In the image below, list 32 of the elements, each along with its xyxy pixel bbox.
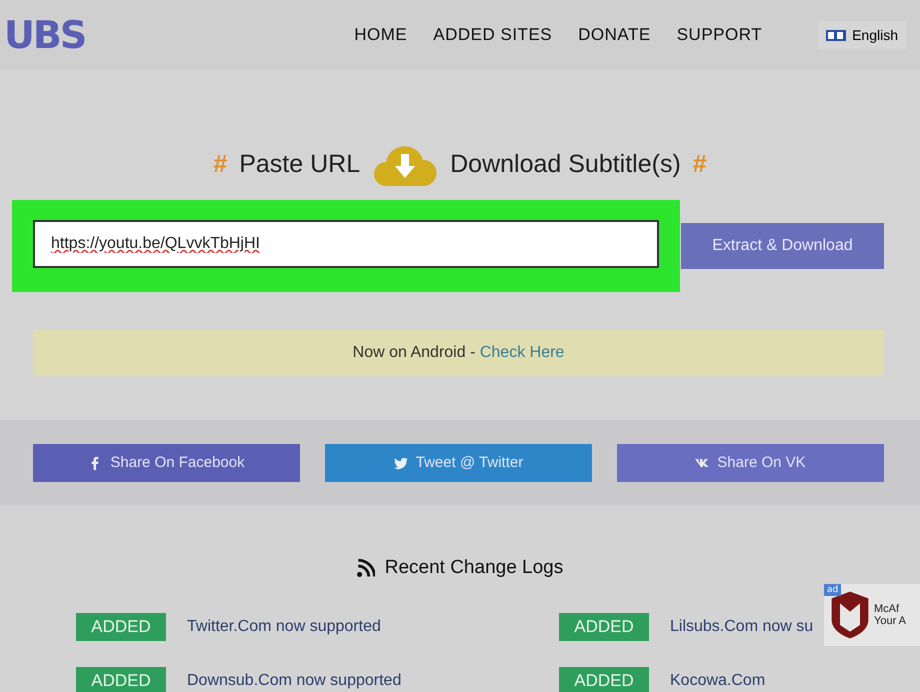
ad-subtitle: Your A: [874, 615, 906, 627]
added-badge: ADDED: [76, 667, 166, 692]
language-selector[interactable]: English: [818, 21, 906, 49]
url-input[interactable]: https://youtu.be/QLvvkTbHjHI: [33, 220, 659, 268]
hash-sign: #: [213, 150, 228, 178]
hash-sign: #: [692, 150, 707, 178]
ad-popup[interactable]: ad McAf Your A: [824, 584, 920, 646]
added-badge: ADDED: [559, 667, 649, 692]
site-logo[interactable]: UBS: [4, 13, 86, 57]
changelog-text: Twitter.Com now supported: [187, 618, 381, 636]
hero-title: Download Subtitle(s): [450, 150, 681, 178]
changelog-text: Kocowa.Com: [670, 672, 766, 690]
ad-tag: ad: [824, 584, 842, 596]
ad-title: McAf: [874, 603, 900, 615]
hero-title: Paste URL: [239, 150, 360, 178]
extract-download-button[interactable]: Extract & Download: [681, 223, 884, 269]
changelog-text: Lilsubs.Com now su: [670, 618, 814, 636]
added-badge: ADDED: [559, 613, 649, 641]
rss-icon: [356, 559, 375, 577]
changelog-text: Downsub.Com now supported: [187, 672, 402, 690]
bird-icon: [394, 456, 408, 470]
changelog-title: Recent Change Logs: [384, 557, 564, 579]
nav-link[interactable]: DONATE: [578, 25, 651, 45]
added-badge: ADDED: [76, 613, 166, 641]
share-button[interactable]: Share On Facebook: [33, 444, 300, 482]
share-button[interactable]: Share On VK: [617, 444, 884, 482]
nav-link[interactable]: ADDED SITES: [433, 25, 552, 45]
shield-icon: [830, 591, 870, 639]
nav-link[interactable]: SUPPORT: [676, 25, 762, 45]
flag-icon: [826, 30, 846, 40]
banner-text: Now on Android - Check Here: [352, 344, 564, 362]
nav-link[interactable]: HOME: [354, 25, 408, 45]
